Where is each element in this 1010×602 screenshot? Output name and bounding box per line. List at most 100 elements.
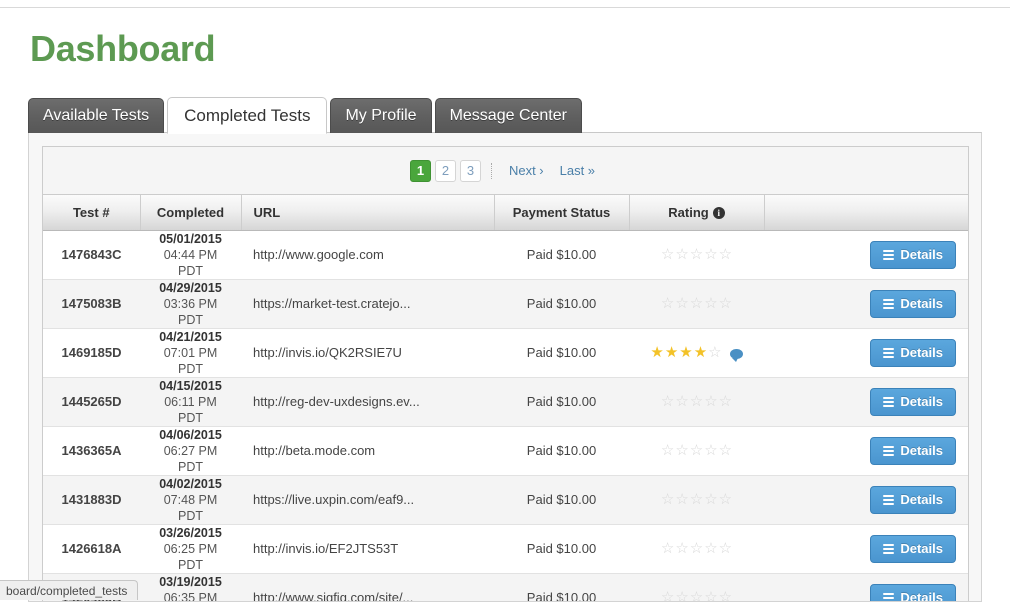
column-header-url[interactable]: URL <box>241 195 494 230</box>
rating-stars[interactable]: ☆☆☆☆☆ <box>661 492 732 507</box>
star-filled-icon[interactable]: ★ <box>679 345 692 360</box>
table-row[interactable]: 1475083B04/29/201503:36 PM PDThttps://ma… <box>43 279 968 328</box>
star-empty-icon[interactable]: ☆ <box>690 492 703 507</box>
details-button[interactable]: Details <box>870 388 956 416</box>
cell-test-number: 1469185D <box>43 328 140 377</box>
star-empty-icon[interactable]: ☆ <box>675 296 688 311</box>
star-empty-icon[interactable]: ☆ <box>690 443 703 458</box>
star-empty-icon[interactable]: ☆ <box>675 247 688 262</box>
column-header-completed[interactable]: Completed <box>140 195 241 230</box>
star-empty-icon[interactable]: ☆ <box>719 492 732 507</box>
info-icon[interactable]: i <box>713 207 725 219</box>
star-empty-icon[interactable]: ☆ <box>719 541 732 556</box>
cell-actions: Details <box>764 426 968 475</box>
star-filled-icon[interactable]: ★ <box>665 345 678 360</box>
tab-available-tests[interactable]: Available Tests <box>28 98 164 133</box>
star-empty-icon[interactable]: ☆ <box>661 541 674 556</box>
details-button[interactable]: Details <box>870 241 956 269</box>
star-empty-icon[interactable]: ☆ <box>704 296 717 311</box>
cell-url: http://beta.mode.com <box>241 426 494 475</box>
cell-completed-date: 04/15/201506:11 PM PDT <box>140 377 241 426</box>
star-empty-icon[interactable]: ☆ <box>661 247 674 262</box>
table-row[interactable]: 1445265D04/15/201506:11 PM PDThttp://reg… <box>43 377 968 426</box>
details-button[interactable]: Details <box>870 486 956 514</box>
star-empty-icon[interactable]: ☆ <box>719 394 732 409</box>
star-empty-icon[interactable]: ☆ <box>675 394 688 409</box>
completed-date: 03/26/2015 <box>152 525 229 541</box>
list-icon <box>883 544 894 554</box>
star-empty-icon[interactable]: ☆ <box>661 394 674 409</box>
rating-stars[interactable]: ☆☆☆☆☆ <box>661 394 732 409</box>
rating-stars[interactable]: ☆☆☆☆☆ <box>661 541 732 556</box>
star-empty-icon[interactable]: ☆ <box>704 541 717 556</box>
comment-bubble-icon[interactable] <box>730 349 743 359</box>
star-empty-icon[interactable]: ☆ <box>719 443 732 458</box>
star-empty-icon[interactable]: ☆ <box>675 492 688 507</box>
pagination-last-link[interactable]: Last » <box>554 163 601 178</box>
tab-completed-tests[interactable]: Completed Tests <box>167 97 327 134</box>
star-empty-icon[interactable]: ☆ <box>704 247 717 262</box>
details-button[interactable]: Details <box>870 584 956 602</box>
cell-rating: ☆☆☆☆☆ <box>629 230 764 279</box>
details-button[interactable]: Details <box>870 535 956 563</box>
pagination-controls: 123 Next › Last » <box>410 160 601 182</box>
star-empty-icon[interactable]: ☆ <box>690 296 703 311</box>
table-row[interactable]: 1431883D04/02/201507:48 PM PDThttps://li… <box>43 475 968 524</box>
star-empty-icon[interactable]: ☆ <box>704 443 717 458</box>
star-empty-icon[interactable]: ☆ <box>704 590 717 602</box>
rating-stars[interactable]: ★★★★☆ <box>650 345 721 360</box>
status-bar-url: board/completed_tests <box>6 584 127 598</box>
list-icon <box>883 250 894 260</box>
pagination-page-3[interactable]: 3 <box>460 160 481 182</box>
cell-payment-status: Paid $10.00 <box>494 377 629 426</box>
pagination-page-2[interactable]: 2 <box>435 160 456 182</box>
table-row[interactable]: 1436365A04/06/201506:27 PM PDThttp://bet… <box>43 426 968 475</box>
pagination-next-link[interactable]: Next › <box>503 163 550 178</box>
column-header-rating[interactable]: Ratingi <box>629 195 764 230</box>
star-empty-icon[interactable]: ☆ <box>675 590 688 602</box>
star-empty-icon[interactable]: ☆ <box>704 394 717 409</box>
tab-label: My Profile <box>345 107 416 125</box>
rating-stars[interactable]: ☆☆☆☆☆ <box>661 296 732 311</box>
star-filled-icon[interactable]: ★ <box>694 345 707 360</box>
star-empty-icon[interactable]: ☆ <box>661 296 674 311</box>
cell-url: http://reg-dev-uxdesigns.ev... <box>241 377 494 426</box>
star-empty-icon[interactable]: ☆ <box>661 492 674 507</box>
table-row[interactable]: 1469185D04/21/201507:01 PM PDThttp://inv… <box>43 328 968 377</box>
star-empty-icon[interactable]: ☆ <box>675 443 688 458</box>
details-button[interactable]: Details <box>870 290 956 318</box>
column-header-payment-status[interactable]: Payment Status <box>494 195 629 230</box>
cell-url: https://live.uxpin.com/eaf9... <box>241 475 494 524</box>
details-button-label: Details <box>900 345 943 360</box>
details-button[interactable]: Details <box>870 339 956 367</box>
star-empty-icon[interactable]: ☆ <box>719 590 732 602</box>
column-header-test-number[interactable]: Test # <box>43 195 140 230</box>
rating-stars[interactable]: ☆☆☆☆☆ <box>661 247 732 262</box>
star-empty-icon[interactable]: ☆ <box>690 590 703 602</box>
tab-message-center[interactable]: Message Center <box>435 98 582 133</box>
tab-my-profile[interactable]: My Profile <box>330 98 431 133</box>
table-row[interactable]: 1476843C05/01/201504:44 PM PDThttp://www… <box>43 230 968 279</box>
details-button-label: Details <box>900 541 943 556</box>
pagination-page-1[interactable]: 1 <box>410 160 431 182</box>
star-empty-icon[interactable]: ☆ <box>719 247 732 262</box>
star-empty-icon[interactable]: ☆ <box>719 296 732 311</box>
star-filled-icon[interactable]: ★ <box>650 345 663 360</box>
rating-stars[interactable]: ☆☆☆☆☆ <box>661 590 732 602</box>
star-empty-icon[interactable]: ☆ <box>675 541 688 556</box>
cell-rating: ☆☆☆☆☆ <box>629 426 764 475</box>
details-button[interactable]: Details <box>870 437 956 465</box>
star-empty-icon[interactable]: ☆ <box>708 345 721 360</box>
star-empty-icon[interactable]: ☆ <box>661 443 674 458</box>
star-empty-icon[interactable]: ☆ <box>690 247 703 262</box>
table-row[interactable]: 1426618A03/26/201506:25 PM PDThttp://inv… <box>43 524 968 573</box>
star-empty-icon[interactable]: ☆ <box>690 394 703 409</box>
cell-test-number: 1431883D <box>43 475 140 524</box>
rating-stars[interactable]: ☆☆☆☆☆ <box>661 443 732 458</box>
cell-payment-status: Paid $10.00 <box>494 475 629 524</box>
star-empty-icon[interactable]: ☆ <box>690 541 703 556</box>
tab-bar: Available TestsCompleted Tests My Profile… <box>28 98 585 133</box>
star-empty-icon[interactable]: ☆ <box>661 590 674 602</box>
table-row[interactable]: 1420485B03/19/201506:35 PM PDThttp://www… <box>43 573 968 602</box>
star-empty-icon[interactable]: ☆ <box>704 492 717 507</box>
